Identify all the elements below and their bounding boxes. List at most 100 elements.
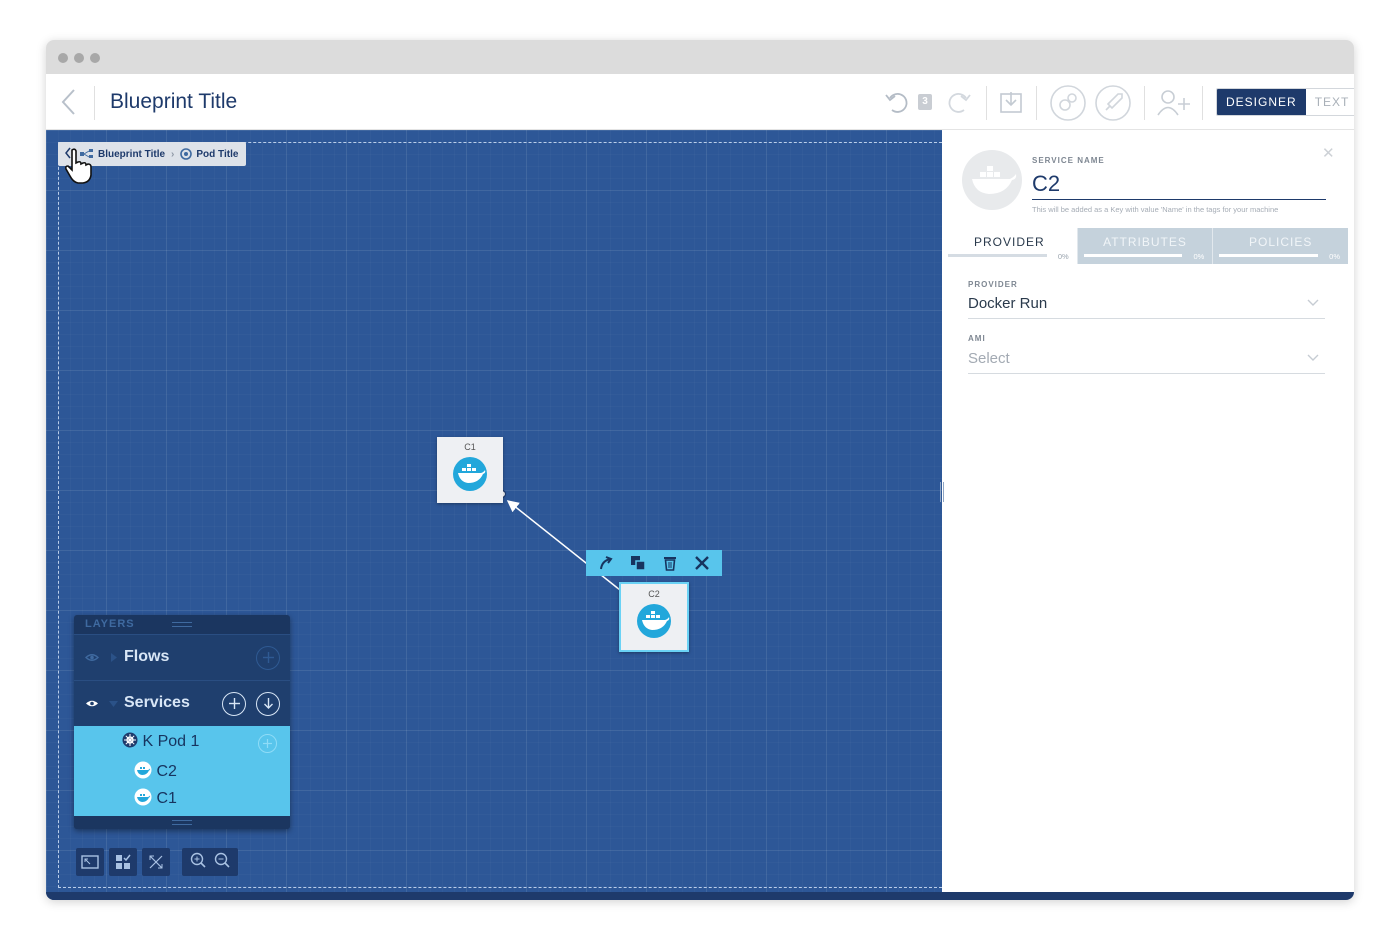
caret-down-icon[interactable] <box>109 700 118 708</box>
plus-icon <box>263 739 272 748</box>
duplicate-icon <box>631 556 646 571</box>
fit-to-screen-button[interactable] <box>76 848 104 876</box>
service-name-input[interactable] <box>1032 168 1326 200</box>
layer-group-services[interactable]: Services <box>74 680 290 726</box>
duplicate-button[interactable] <box>628 553 648 573</box>
chevron-down-icon <box>1307 299 1319 306</box>
panel-resize-handle[interactable] <box>940 482 944 502</box>
import-service-button[interactable] <box>256 692 280 716</box>
layers-footer[interactable] <box>74 816 290 829</box>
browser-window: Blueprint Title 3 DESIGNER TEXT Blueprin… <box>46 40 1354 900</box>
zoom-in-icon <box>190 852 206 868</box>
back-button[interactable] <box>58 88 80 116</box>
delete-button[interactable] <box>660 553 680 573</box>
services-tree: K Pod 1 C2 C1 <box>74 726 290 816</box>
window-dot <box>74 53 84 63</box>
node-action-toolbar <box>586 550 722 576</box>
caret-right-icon[interactable] <box>110 653 118 662</box>
plus-icon <box>262 652 274 663</box>
trash-icon <box>664 557 676 571</box>
progress-bar <box>1083 254 1183 257</box>
add-user-icon <box>1157 90 1190 116</box>
tree-item-pod[interactable]: K Pod 1 <box>122 732 199 751</box>
add-user-button[interactable] <box>1156 88 1192 121</box>
close-icon[interactable]: ✕ <box>1322 144 1335 162</box>
tab-policies[interactable]: POLICIES 0% <box>1212 228 1349 264</box>
designer-mode-button[interactable]: DESIGNER <box>1217 89 1306 115</box>
ami-select[interactable]: Select <box>968 346 1325 374</box>
zoom-in-button[interactable] <box>190 852 206 873</box>
tab-label: ATTRIBUTES <box>1103 235 1187 249</box>
view-controls <box>76 848 170 876</box>
properties-panel: SERVICE NAME This will be added as a Key… <box>940 130 1349 892</box>
layer-name: Flows <box>124 648 170 665</box>
zoom-buttons <box>182 848 238 876</box>
panel-tabs: PROVIDER 0% ATTRIBUTES 0% POLICIES 0% <box>942 228 1349 264</box>
tree-item-label: K Pod 1 <box>142 733 200 750</box>
designer-canvas[interactable]: Blueprint Title › Pod Title C1 C2 LAYERS… <box>46 130 942 900</box>
service-node[interactable]: C1 <box>437 437 503 503</box>
docker-icon <box>134 761 152 779</box>
eye-icon[interactable] <box>85 699 99 708</box>
window-bottom-border <box>46 892 1354 900</box>
add-to-pod-button[interactable] <box>258 734 277 753</box>
docker-icon <box>637 604 671 638</box>
service-node-selected[interactable]: C2 <box>619 582 689 652</box>
provider-select[interactable]: Docker Run <box>968 291 1325 319</box>
zoom-controls <box>182 848 238 876</box>
tab-provider[interactable]: PROVIDER 0% <box>942 228 1077 264</box>
drag-handle-icon[interactable] <box>172 622 192 627</box>
rocket-icon <box>1095 85 1131 121</box>
divider <box>94 86 95 120</box>
deploy-button[interactable] <box>1094 84 1132 127</box>
redo-button[interactable] <box>944 92 972 119</box>
divider <box>1144 86 1145 120</box>
drag-handle-icon[interactable] <box>172 820 192 825</box>
tree-item-label: C1 <box>156 790 177 807</box>
arrow-down-icon <box>263 698 273 709</box>
window-titlebar <box>46 40 1354 74</box>
chevron-left-icon <box>61 89 75 115</box>
fit-screen-icon <box>81 855 99 869</box>
save-button[interactable] <box>999 90 1023 119</box>
add-flow-button[interactable] <box>256 646 280 670</box>
zoom-out-button[interactable] <box>214 852 230 873</box>
divider <box>1036 86 1037 120</box>
page-title: Blueprint Title <box>110 90 238 113</box>
grid-check-icon <box>116 854 131 869</box>
link-icon <box>600 556 613 570</box>
divider <box>986 86 987 120</box>
divider <box>1202 86 1203 120</box>
add-service-button[interactable] <box>222 692 246 716</box>
tree-item-service[interactable]: C2 <box>134 761 177 781</box>
zoom-out-icon <box>214 852 230 868</box>
window-dot <box>90 53 100 63</box>
docker-icon <box>134 788 152 806</box>
tab-attributes[interactable]: ATTRIBUTES 0% <box>1076 228 1213 264</box>
link-button[interactable] <box>596 553 616 573</box>
undo-button[interactable] <box>884 92 912 119</box>
configure-button[interactable] <box>1049 84 1087 127</box>
plus-icon <box>228 698 240 709</box>
undo-icon <box>885 93 908 113</box>
expand-icon <box>149 855 163 869</box>
configure-button[interactable] <box>692 553 712 573</box>
text-mode-button[interactable]: TEXT <box>1306 89 1354 115</box>
node-label: C1 <box>464 442 476 452</box>
gears-icon <box>1050 85 1086 121</box>
expand-button[interactable] <box>142 848 170 876</box>
select-all-button[interactable] <box>109 848 137 876</box>
progress-bar <box>1219 254 1319 257</box>
progress-percent: 0% <box>1329 252 1341 261</box>
layers-panel: LAYERS Flows Services K Pod 1 C2 C1 <box>74 615 290 829</box>
docker-icon <box>453 457 487 491</box>
eye-icon[interactable] <box>85 653 99 662</box>
layers-header[interactable]: LAYERS <box>74 615 290 634</box>
service-avatar <box>962 150 1022 210</box>
mode-toggle: DESIGNER TEXT <box>1216 88 1354 116</box>
service-name-help: This will be added as a Key with value '… <box>1032 205 1279 214</box>
layer-group-flows[interactable]: Flows <box>74 634 290 680</box>
provider-value: Docker Run <box>968 295 1048 312</box>
tree-item-service[interactable]: C1 <box>134 788 177 808</box>
window-dot <box>58 53 68 63</box>
